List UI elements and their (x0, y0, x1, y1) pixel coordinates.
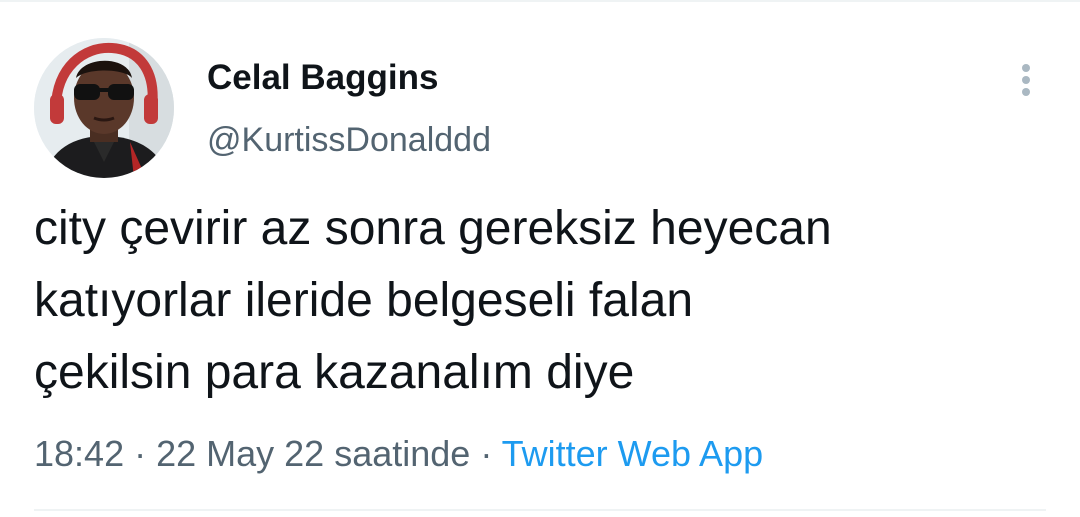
tweet-card: Celal Baggins @KurtissDonalddd city çevi… (0, 0, 1080, 517)
tweet-time[interactable]: 18:42 (34, 433, 124, 474)
author-name[interactable]: Celal Baggins (207, 56, 438, 100)
bottom-divider (34, 509, 1046, 511)
meta-separator: · (124, 433, 157, 474)
tweet-source-link[interactable]: Twitter Web App (502, 433, 763, 474)
author-handle[interactable]: @KurtissDonalddd (207, 118, 491, 162)
tweet-date[interactable]: 22 May 22 saatinde (156, 433, 470, 474)
meta-separator: · (470, 433, 502, 474)
tweet-text: city çevirir az sonra gereksiz heyecan k… (34, 202, 832, 399)
tweet-meta: 18:42 · 22 May 22 saatinde · Twitter Web… (34, 431, 763, 477)
more-vertical-icon[interactable] (1006, 58, 1046, 102)
avatar[interactable] (34, 38, 174, 178)
